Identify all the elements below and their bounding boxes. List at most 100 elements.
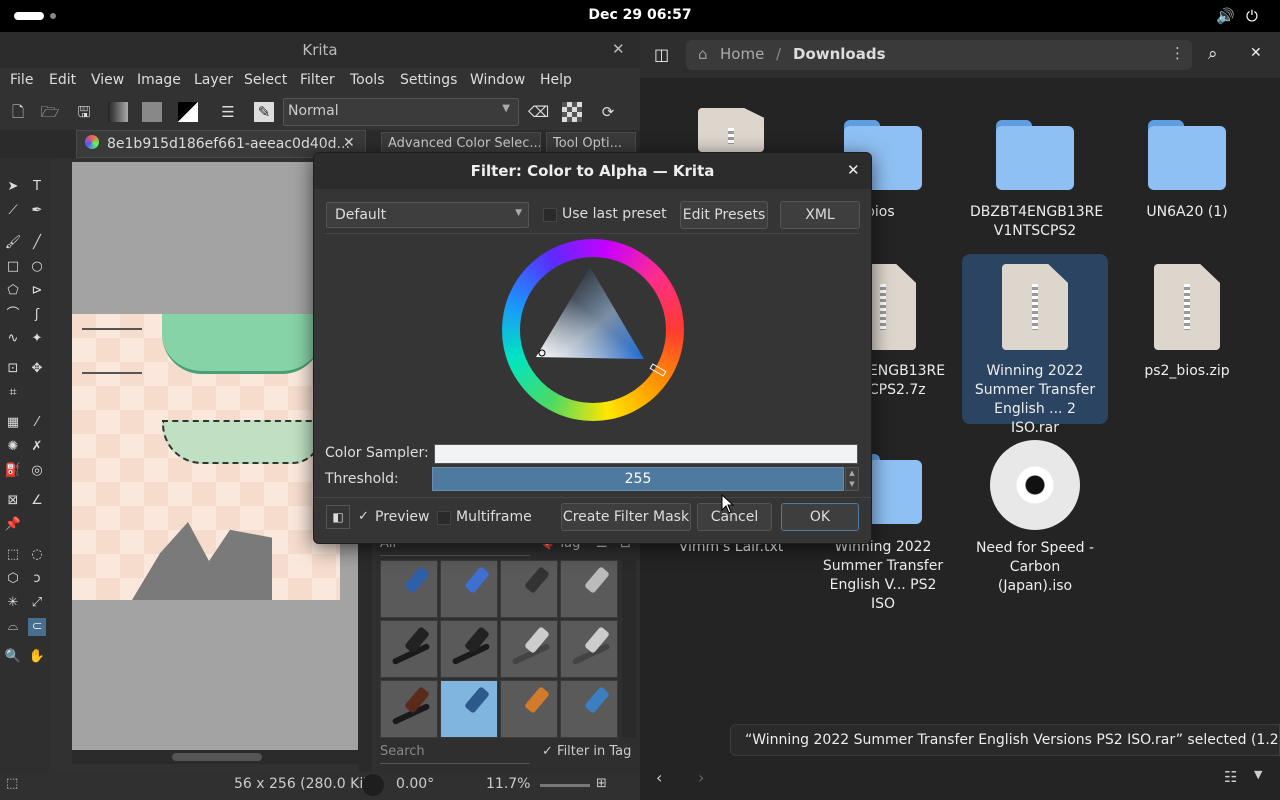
color-swap-icon[interactable]	[178, 102, 198, 122]
similar-select-icon[interactable]: ⤢	[28, 594, 46, 612]
zoom-value[interactable]: 11.7%	[486, 776, 530, 792]
transform-tool-icon[interactable]: ⊡	[4, 360, 22, 378]
threshold-slider[interactable]: 255	[432, 467, 844, 491]
menu-file[interactable]: File	[10, 72, 33, 88]
close-tab-icon[interactable]: ✕	[343, 135, 355, 151]
edit-shapes-icon[interactable]: ⟋	[4, 202, 22, 220]
brush-preset[interactable]	[380, 680, 438, 738]
brush-preset[interactable]	[500, 560, 558, 618]
dynamic-brush-icon[interactable]: ∿	[4, 330, 22, 348]
preset-select[interactable]: Default ▼	[326, 202, 529, 228]
scroll-thumb[interactable]	[172, 753, 262, 761]
rotation-knob[interactable]	[362, 774, 384, 796]
blend-mode-select[interactable]: Normal ▼	[283, 98, 519, 126]
color-picker-icon[interactable]: ⁄	[28, 414, 46, 432]
rect-select-icon[interactable]: ⬚	[4, 546, 22, 564]
brush-preset[interactable]	[500, 680, 558, 738]
brush-preset[interactable]	[380, 560, 438, 618]
gradient-icon[interactable]	[108, 102, 128, 122]
eraser-icon[interactable]: ⌫	[528, 102, 549, 122]
magnetic-select-icon[interactable]: ⊂	[28, 618, 46, 636]
smart-patch-icon[interactable]: ✗	[28, 438, 46, 456]
close-icon[interactable]: ✕	[1250, 45, 1262, 61]
bezier-tool-icon[interactable]: ⌒	[4, 306, 22, 324]
text-tool-icon[interactable]: T	[28, 178, 46, 196]
brush-settings-icon[interactable]: ☰	[218, 102, 238, 122]
measure-tool-icon[interactable]: ∠	[28, 492, 46, 510]
brush-preset[interactable]	[440, 620, 498, 678]
brush-preset-icon[interactable]: ✎	[254, 102, 274, 122]
file-item-ps2bios[interactable]: ps2_bios.zip	[1112, 264, 1262, 381]
clock[interactable]: Dec 29 06:57	[560, 7, 720, 23]
threshold-spinner[interactable]: ▲ ▼	[845, 467, 859, 491]
close-icon[interactable]: ✕	[612, 40, 625, 58]
select-shapes-icon[interactable]: ➤	[4, 178, 22, 196]
sidebar-toggle-icon[interactable]: ◫	[654, 45, 669, 64]
menu-image[interactable]: Image	[137, 72, 181, 88]
edit-presets-button[interactable]: Edit Presets	[680, 201, 768, 229]
brush-preset[interactable]	[560, 680, 618, 738]
brush-preset[interactable]	[500, 620, 558, 678]
fill-tool-icon[interactable]: ⛽	[4, 462, 22, 480]
alpha-lock-icon[interactable]	[562, 102, 582, 122]
gradient-tool-icon[interactable]: ▦	[4, 414, 22, 432]
xml-button[interactable]: XML	[780, 201, 860, 229]
menu-tools[interactable]: Tools	[350, 72, 385, 88]
search-icon[interactable]: ⌕	[1208, 44, 1218, 64]
brush-preset[interactable]	[560, 560, 618, 618]
assistant-tool-icon[interactable]: ⊠	[4, 492, 22, 510]
bezier-select-icon[interactable]: ⌓	[4, 618, 22, 636]
menu-edit[interactable]: Edit	[49, 72, 76, 88]
menu-view[interactable]: View	[91, 72, 124, 88]
use-last-preset-checkbox[interactable]	[543, 208, 557, 222]
brush-preset[interactable]	[560, 620, 618, 678]
dialog-titlebar[interactable]: Filter: Color to Alpha — Krita ✕	[314, 153, 871, 189]
move-tool-icon[interactable]: ✥	[28, 360, 46, 378]
brush-search-input[interactable]: Search	[380, 744, 530, 764]
ok-button[interactable]: OK	[781, 503, 859, 531]
menu-help[interactable]: Help	[540, 72, 572, 88]
file-item-partial[interactable]	[656, 108, 806, 152]
menu-settings[interactable]: Settings	[400, 72, 457, 88]
forward-icon[interactable]: ›	[698, 768, 704, 787]
brush-preset[interactable]	[380, 620, 438, 678]
brush-preset-selected[interactable]	[440, 680, 498, 738]
polygon-tool-icon[interactable]: ⬠	[4, 282, 22, 300]
colorize-mask-icon[interactable]: ✺	[4, 438, 22, 456]
freehand-brush-icon[interactable]: 🖌	[4, 234, 22, 252]
activities-button[interactable]	[14, 12, 44, 20]
file-item-dbzbt[interactable]: DBZBT4ENGB13RE V1NTSCPS2	[960, 116, 1110, 241]
volume-icon[interactable]: 🔊	[1216, 7, 1235, 25]
menu-filter[interactable]: Filter	[300, 72, 335, 88]
menu-select[interactable]: Select	[244, 72, 287, 88]
open-icon[interactable]: 🗁	[40, 102, 60, 122]
back-icon[interactable]: ‹	[656, 768, 662, 787]
menu-window[interactable]: Window	[470, 72, 525, 88]
file-item-nfs-iso[interactable]: Need for Speed - Carbon (Japan).iso	[960, 440, 1110, 596]
freehand-select-icon[interactable]: ↄ	[28, 570, 46, 588]
selection-display-icon[interactable]: ⬚	[6, 776, 18, 791]
path-bar[interactable]: ⌂ Home / Downloads ⋮	[686, 40, 1192, 70]
breadcrumb-downloads[interactable]: Downloads	[793, 45, 886, 63]
color-sampler-swatch[interactable]	[434, 444, 858, 464]
horizontal-scrollbar[interactable]	[72, 750, 358, 764]
file-item-un6a20[interactable]: UN6A20 (1)	[1112, 116, 1262, 222]
crop-tool-icon[interactable]: ⌗	[4, 384, 22, 402]
enclose-fill-icon[interactable]: ◎	[28, 462, 46, 480]
screen-fit-icon[interactable]: ⊞	[596, 776, 607, 791]
toggle-panel-icon[interactable]: ◧	[326, 505, 350, 529]
polygon-select-icon[interactable]: ⬡	[4, 570, 22, 588]
pan-tool-icon[interactable]: ✋	[28, 648, 46, 666]
zoom-tool-icon[interactable]: 🔍	[4, 648, 22, 666]
reference-images-icon[interactable]: 📌	[4, 516, 22, 534]
reload-icon[interactable]: ⟳	[598, 102, 618, 122]
filter-in-tag-checkbox[interactable]: ✓ Filter in Tag	[542, 744, 631, 759]
ellipse-tool-icon[interactable]: ○	[28, 258, 46, 276]
rectangle-tool-icon[interactable]: □	[4, 258, 22, 276]
close-icon[interactable]: ✕	[847, 161, 860, 179]
polyline-tool-icon[interactable]: ⊳	[28, 282, 46, 300]
color-triangle[interactable]	[520, 257, 666, 403]
brush-scrollbar[interactable]	[622, 560, 636, 738]
preview-check-icon[interactable]: ✓	[358, 509, 369, 524]
view-options-chevron-icon[interactable]: ▼	[1254, 768, 1262, 781]
